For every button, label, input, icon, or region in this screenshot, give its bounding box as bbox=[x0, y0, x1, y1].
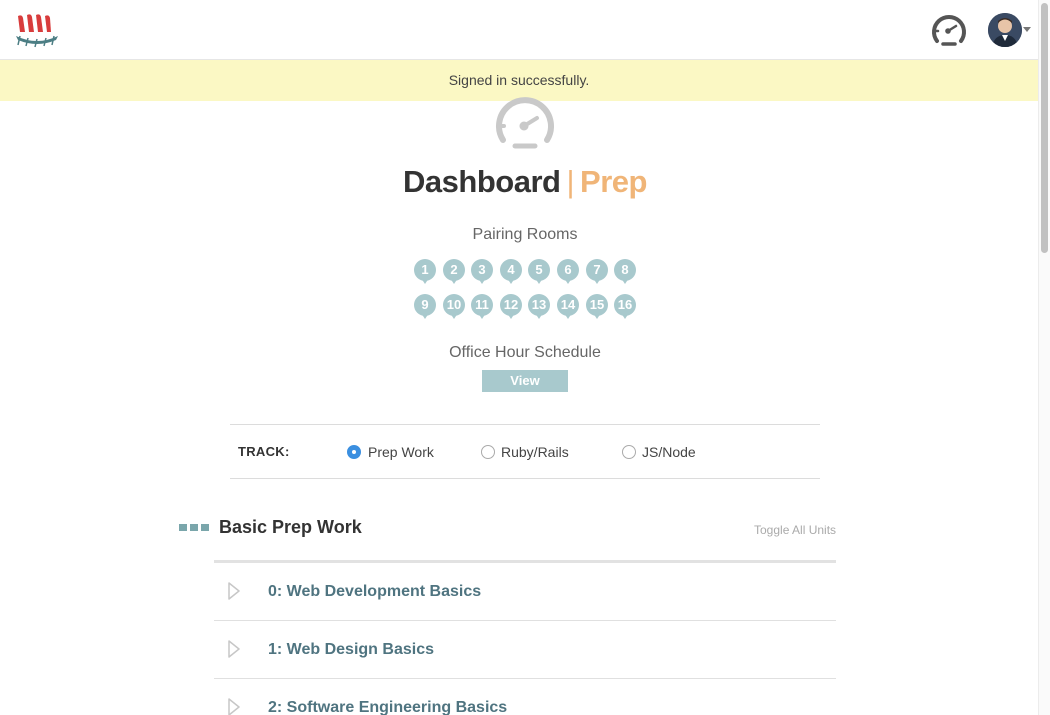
pairing-room-badge[interactable]: 1 bbox=[414, 259, 436, 284]
toggle-all-units-link[interactable]: Toggle All Units bbox=[754, 523, 836, 537]
chevron-right-icon bbox=[228, 698, 240, 715]
unit-title[interactable]: 1: Web Design Basics bbox=[268, 641, 434, 659]
pairing-rooms-label: Pairing Rooms bbox=[472, 226, 578, 243]
track-option-label[interactable]: JS/Node bbox=[642, 444, 696, 460]
page-title: Dashboard | Prep bbox=[0, 164, 1050, 200]
pairing-room-badge[interactable]: 11 bbox=[471, 294, 493, 319]
section-title: Basic Prep Work bbox=[219, 517, 362, 537]
track-selector: TRACK: Prep Work Ruby/Rails JS/Node bbox=[230, 424, 820, 479]
view-schedule-button[interactable]: View bbox=[482, 370, 568, 392]
top-navbar bbox=[0, 0, 1050, 60]
scrollbar-thumb[interactable] bbox=[1041, 3, 1048, 253]
unit-row[interactable]: 2: Software Engineering Basics bbox=[214, 679, 836, 715]
pairing-room-badge[interactable]: 10 bbox=[443, 294, 465, 319]
page-title-subtitle: Prep bbox=[580, 164, 647, 199]
section-dots-icon bbox=[179, 524, 211, 531]
chevron-right-icon bbox=[228, 582, 240, 600]
track-option-label[interactable]: Prep Work bbox=[368, 444, 434, 460]
dev-bootcamp-logo-icon[interactable] bbox=[14, 12, 60, 48]
track-label: TRACK: bbox=[238, 444, 290, 459]
pairing-room-badge[interactable]: 15 bbox=[586, 294, 608, 319]
page-title-main: Dashboard bbox=[403, 164, 561, 199]
pairing-room-badge[interactable]: 3 bbox=[471, 259, 493, 284]
pairing-room-badge[interactable]: 13 bbox=[528, 294, 550, 319]
speedometer-icon bbox=[496, 97, 554, 149]
dashboard-speedometer-icon[interactable] bbox=[929, 11, 969, 49]
track-radio-prep-work[interactable] bbox=[347, 445, 361, 459]
pairing-room-badge[interactable]: 16 bbox=[614, 294, 636, 319]
unit-title[interactable]: 2: Software Engineering Basics bbox=[268, 699, 507, 715]
pairing-room-badge[interactable]: 9 bbox=[414, 294, 436, 319]
pairing-room-badge[interactable]: 7 bbox=[586, 259, 608, 284]
unit-row[interactable]: 1: Web Design Basics bbox=[214, 621, 836, 679]
page-title-separator: | bbox=[566, 164, 575, 199]
office-hour-schedule-label: Office Hour Schedule bbox=[449, 344, 601, 361]
track-option-label[interactable]: Ruby/Rails bbox=[501, 444, 569, 460]
chevron-down-icon[interactable] bbox=[1023, 27, 1031, 32]
user-photo-icon bbox=[988, 13, 1022, 47]
pairing-room-badge[interactable]: 14 bbox=[557, 294, 579, 319]
pairing-room-badge[interactable]: 8 bbox=[614, 259, 636, 284]
track-radio-ruby-rails[interactable] bbox=[481, 445, 495, 459]
pairing-room-badge[interactable]: 5 bbox=[528, 259, 550, 284]
chevron-right-icon bbox=[228, 640, 240, 658]
track-radio-js-node[interactable] bbox=[622, 445, 636, 459]
pairing-room-badge[interactable]: 12 bbox=[500, 294, 522, 319]
unit-row[interactable]: 0: Web Development Basics bbox=[214, 563, 836, 621]
user-avatar[interactable] bbox=[988, 13, 1022, 47]
pairing-room-badge[interactable]: 6 bbox=[557, 259, 579, 284]
unit-title[interactable]: 0: Web Development Basics bbox=[268, 583, 481, 601]
pairing-rooms-grid: 1 2 3 4 5 6 7 8 9 10 11 12 13 14 15 16 bbox=[412, 259, 642, 329]
pairing-room-badge[interactable]: 4 bbox=[500, 259, 522, 284]
pairing-room-badge[interactable]: 2 bbox=[443, 259, 465, 284]
